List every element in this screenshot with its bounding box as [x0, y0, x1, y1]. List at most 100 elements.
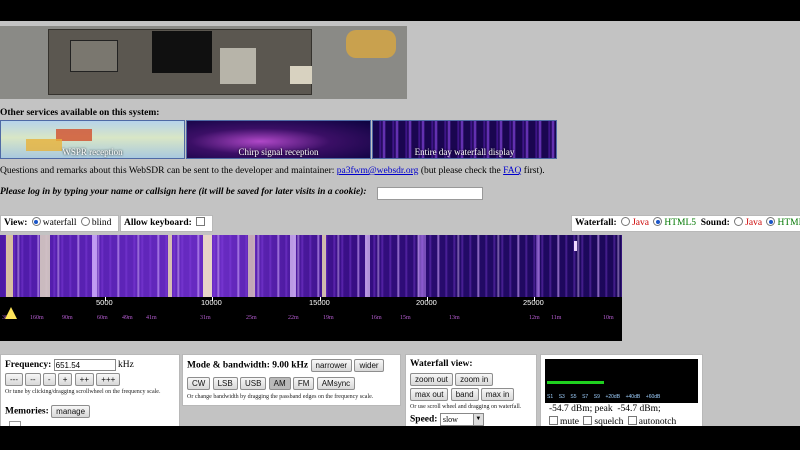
frequency-input[interactable]: [53, 359, 116, 371]
narrower-button[interactable]: narrower: [310, 359, 353, 372]
signal-stripe: [248, 235, 255, 297]
bandwidth-row: Mode & bandwidth: 9.00 kHz narrower wide…: [187, 359, 384, 372]
waterfall-java-radio[interactable]: [621, 217, 631, 226]
tune-up-small-button[interactable]: +: [57, 373, 73, 386]
s-unit-label: +20dB: [605, 394, 621, 400]
signal-level-row: -54.7 dBm; peak -54.7 dBm;: [549, 404, 661, 414]
max-out-button[interactable]: max out: [410, 388, 449, 401]
chirp-reception-link[interactable]: Chirp signal reception: [186, 120, 371, 159]
wider-button[interactable]: wider: [354, 359, 384, 372]
services-title: Other services available on this system:: [0, 108, 160, 118]
mode-cw-button[interactable]: CW: [187, 377, 211, 390]
band-label[interactable]: 25m: [246, 315, 257, 321]
chevron-down-icon: ▼: [472, 414, 483, 425]
manage-memories-button[interactable]: manage: [51, 405, 91, 418]
peak-value: -54.7 dBm;: [617, 404, 661, 414]
mode-amsync-button[interactable]: AMsync: [316, 377, 356, 390]
contact-text: Questions and remarks about this WebSDR …: [0, 166, 545, 176]
waterfall-display[interactable]: [0, 235, 622, 297]
day-waterfall-link[interactable]: Entire day waterfall display: [372, 120, 557, 159]
view-selector: View: waterfall blind: [0, 215, 119, 232]
allow-keyboard-checkbox[interactable]: [196, 217, 206, 226]
callsign-input[interactable]: [377, 187, 483, 200]
autonotch-checkbox[interactable]: [627, 416, 637, 425]
passband-marker-icon[interactable]: [5, 307, 17, 319]
range-buttons: max out band max in: [410, 388, 515, 401]
band-label[interactable]: 160m: [30, 315, 44, 321]
mode-usb-button[interactable]: USB: [239, 377, 267, 390]
squelch-checkbox[interactable]: [583, 416, 593, 425]
websdr-page: Other services available on this system:…: [0, 21, 800, 426]
band-label[interactable]: 19m: [323, 315, 334, 321]
waterfall-java-label: Java: [632, 218, 649, 228]
zoom-in-button[interactable]: zoom in: [455, 373, 494, 386]
band-label[interactable]: 12m: [529, 315, 540, 321]
blind-option-label: blind: [91, 218, 112, 228]
mute-label: mute: [560, 417, 579, 426]
frequency-row: Frequency: kHz: [5, 359, 134, 371]
s-unit-label: S7: [582, 394, 589, 400]
band-label[interactable]: 31m: [200, 315, 211, 321]
frequency-panel: Frequency: kHz --- -- - + ++ +++ Or tune…: [0, 354, 180, 426]
waterfall-renderer-label: Waterfall:: [575, 218, 617, 228]
keyboard-toggle-box: Allow keyboard:: [120, 215, 213, 232]
tune-down-medium-button[interactable]: --: [25, 373, 41, 386]
speed-select[interactable]: slow ▼: [439, 413, 484, 426]
mode-lsb-button[interactable]: LSB: [212, 377, 238, 390]
band-label[interactable]: 22m: [288, 315, 299, 321]
wspr-reception-link[interactable]: WSPR reception: [0, 120, 185, 159]
zoom-out-button[interactable]: zoom out: [410, 373, 453, 386]
mute-checkbox[interactable]: [549, 416, 558, 425]
band-label[interactable]: 49m: [122, 315, 133, 321]
band-label[interactable]: 16m: [371, 315, 382, 321]
signal-meter-panel: S1 S3 S5 S7 S9 +20dB +40dB +60dB -54.7 d…: [540, 354, 703, 426]
speed-row: Speed: slow ▼: [410, 413, 484, 426]
band-label[interactable]: 90m: [62, 315, 73, 321]
frequency-hint: Or tune by clicking/dragging scrollwheel…: [5, 389, 161, 395]
max-in-button[interactable]: max in: [480, 388, 515, 401]
band-label[interactable]: 10m: [603, 315, 614, 321]
s-meter-scale: S1 S3 S5 S7 S9 +20dB +40dB +60dB: [547, 394, 697, 400]
view-label: View:: [4, 218, 28, 228]
contact-prefix: Questions and remarks about this WebSDR …: [0, 166, 337, 176]
signal-stripe: [536, 235, 540, 297]
daughterboard-image: [70, 40, 118, 72]
tune-up-large-button[interactable]: +++: [96, 373, 121, 386]
waterfall-html5-radio[interactable]: [653, 217, 663, 226]
waterfall-option-label: waterfall: [42, 218, 77, 228]
memories-row: Memories: manage: [5, 405, 91, 418]
tune-down-large-button[interactable]: ---: [5, 373, 23, 386]
signal-stripe: [6, 235, 13, 297]
band-label[interactable]: 13m: [449, 315, 460, 321]
squelch-label: squelch: [594, 417, 624, 426]
cable-plug-image: [346, 30, 396, 58]
sound-html5-radio[interactable]: [766, 217, 776, 226]
memory-list-checkbox[interactable]: [9, 421, 21, 426]
frequency-scale[interactable]: 5000 10000 15000 20000 25000 30m 160m 90…: [0, 297, 622, 341]
band-label[interactable]: 11m: [551, 315, 561, 321]
usb-plug-image: [290, 66, 312, 84]
email-link[interactable]: pa3fwm@websdr.org: [337, 166, 419, 176]
chirp-label: Chirp signal reception: [238, 147, 319, 157]
contact-suffix: first).: [521, 166, 545, 176]
peak-label: peak: [594, 404, 613, 414]
bandwidth-value: 9.00 kHz: [272, 360, 309, 371]
band-label[interactable]: 15m: [400, 315, 411, 321]
tune-up-medium-button[interactable]: ++: [74, 373, 95, 386]
band-button[interactable]: band: [450, 388, 479, 401]
tune-down-small-button[interactable]: -: [42, 373, 56, 386]
sound-java-radio[interactable]: [734, 217, 744, 226]
faq-link[interactable]: FAQ: [503, 166, 521, 176]
s-unit-label: S9: [593, 394, 600, 400]
s-unit-label: +60dB: [645, 394, 661, 400]
waterfall-view-label: Waterfall view:: [410, 359, 473, 369]
signal-stripe: [418, 235, 426, 297]
band-label[interactable]: 41m: [146, 315, 157, 321]
waterfall-radio[interactable]: [31, 217, 41, 226]
renderer-selector: Waterfall: Java HTML5 Sound: Java HTML5: [571, 215, 800, 232]
audio-options-row: mute squelch autonotch: [547, 416, 676, 426]
blind-radio[interactable]: [80, 217, 90, 226]
mode-fm-button[interactable]: FM: [292, 377, 315, 390]
band-label[interactable]: 60m: [97, 315, 108, 321]
mode-am-button[interactable]: AM: [268, 377, 291, 390]
